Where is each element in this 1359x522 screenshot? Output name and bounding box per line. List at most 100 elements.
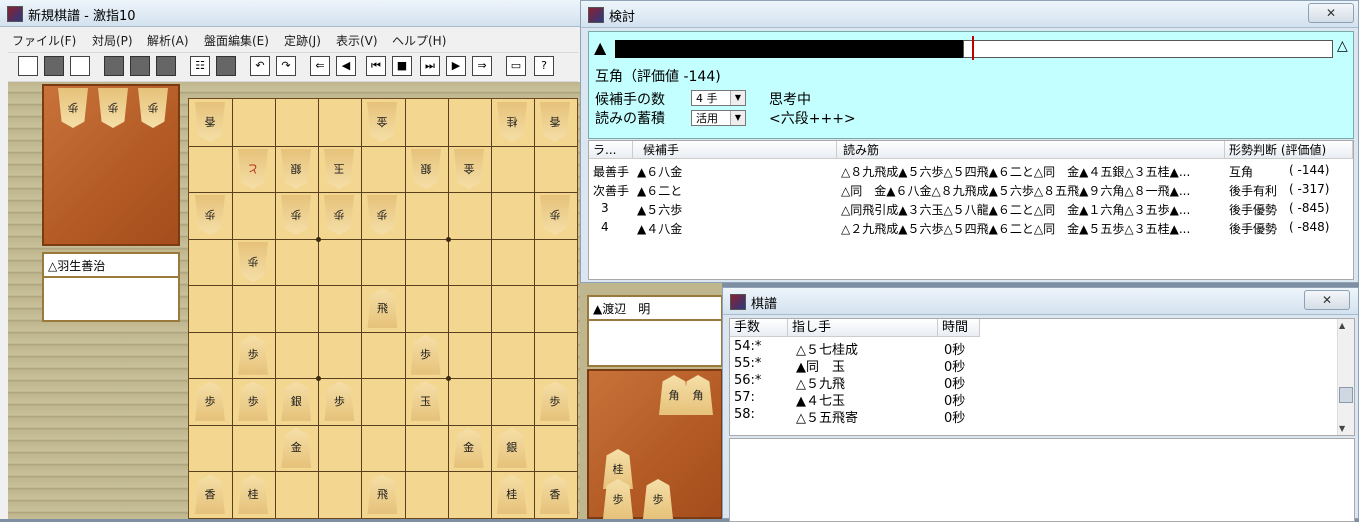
last-icon[interactable]: ⏭ <box>420 56 440 76</box>
menu-help[interactable]: ヘルプ(H) <box>392 32 446 49</box>
chevron-down-icon[interactable]: ▼ <box>730 91 745 105</box>
board-icon[interactable]: ☷ <box>190 56 210 76</box>
candidate-move[interactable]: ▲６二と <box>637 182 682 199</box>
open-icon[interactable] <box>44 56 64 76</box>
candidate-move[interactable]: ▲４八金 <box>637 220 682 237</box>
new-icon[interactable] <box>18 56 38 76</box>
menu-analysis[interactable]: 解析(A) <box>147 32 189 49</box>
redo-icon[interactable]: ↷ <box>276 56 296 76</box>
first-icon[interactable]: ⏮ <box>366 56 386 76</box>
menu-file[interactable]: ファイル(F) <box>12 32 76 49</box>
candidate-judge[interactable]: 後手優勢 <box>1229 220 1277 237</box>
candidates-select[interactable]: 4 手 ▼ <box>691 90 746 106</box>
candidate-judge[interactable]: 後手優勢 <box>1229 201 1277 218</box>
board-piece[interactable]: 金 <box>453 427 484 468</box>
comment-area[interactable] <box>729 438 1355 522</box>
board-piece[interactable]: 歩 <box>324 381 355 422</box>
main-titlebar[interactable]: 新規棋譜 - 激指10 <box>0 0 580 27</box>
board-piece[interactable]: 銀 <box>281 149 311 189</box>
board-piece[interactable]: 歩 <box>195 381 225 422</box>
board-piece[interactable]: 銀 <box>496 427 527 468</box>
candidate-line[interactable]: △２九飛成▲５六歩△５四飛▲６二と△同 金▲５五歩△３五桂▲... <box>841 220 1225 237</box>
kifu-titlebar[interactable]: 棋譜 ✕ <box>723 288 1358 315</box>
board-piece[interactable]: 歩 <box>540 195 570 235</box>
move-time[interactable]: 0秒 <box>944 407 965 426</box>
move-number[interactable]: 54:* <box>734 339 761 354</box>
shogi-board[interactable]: 香金桂香と銀玉銀金歩歩歩歩歩歩飛歩歩歩歩銀歩玉歩金金銀香桂飛桂香 <box>188 98 578 519</box>
move-number[interactable]: 58: <box>734 407 755 422</box>
board-piece[interactable]: 歩 <box>195 195 225 235</box>
copy-icon[interactable] <box>104 56 124 76</box>
candidate-line[interactable]: △同 金▲６八金△８九飛成▲５六歩△８五飛▲９六角△８一飛▲... <box>841 182 1225 199</box>
back-all-icon[interactable]: ⇐ <box>310 56 330 76</box>
board-piece[interactable]: 歩 <box>539 381 570 422</box>
reading-select[interactable]: 活用 ▼ <box>691 110 746 126</box>
candidate-line[interactable]: △同飛引成▲３六玉△５八龍▲６二と△同 金▲１六角△３五歩▲... <box>841 201 1225 218</box>
move-number[interactable]: 56:* <box>734 373 761 388</box>
candidate-judge[interactable]: 後手有利 <box>1229 182 1277 199</box>
help-icon[interactable]: ? <box>534 56 554 76</box>
menu-board-edit[interactable]: 盤面編集(E) <box>204 32 269 49</box>
board-piece[interactable]: 玉 <box>410 381 441 422</box>
candidate-move[interactable]: ▲６八金 <box>637 163 682 180</box>
col-time[interactable]: 時間 <box>938 319 980 337</box>
move-number[interactable]: 55:* <box>734 356 761 371</box>
gote-komadai[interactable]: 歩 歩 歩 <box>42 84 180 246</box>
menu-game[interactable]: 対局(P) <box>92 32 133 49</box>
candidate-rank[interactable]: 最善手 <box>593 163 629 180</box>
board-piece[interactable]: 香 <box>195 474 225 515</box>
candidate-line[interactable]: △８九飛成▲５六歩△５四飛▲６二と△同 金▲４五銀△３五桂▲... <box>841 163 1225 180</box>
candidate-value[interactable]: ( -144) <box>1289 163 1329 177</box>
board-piece[interactable]: 香 <box>540 102 570 142</box>
candidate-rank[interactable]: 3 <box>601 201 609 215</box>
candidate-rank[interactable]: 次善手 <box>593 182 629 199</box>
close-button[interactable]: ✕ <box>1308 3 1354 23</box>
board-piece[interactable]: 歩 <box>410 334 441 375</box>
board-piece[interactable]: 金 <box>281 427 312 468</box>
col-judge[interactable]: 形勢判断 (評価値) <box>1225 141 1353 159</box>
col-rank[interactable]: ラ... <box>589 141 633 159</box>
board-piece[interactable]: 香 <box>195 102 225 142</box>
board-piece[interactable]: 桂 <box>238 474 269 515</box>
candidate-value[interactable]: ( -317) <box>1289 182 1329 196</box>
sente-komadai[interactable]: 角 角 桂 歩 歩 <box>587 369 723 519</box>
paste-icon[interactable] <box>130 56 150 76</box>
board-piece[interactable]: 香 <box>539 474 570 515</box>
candidate-value[interactable]: ( -848) <box>1289 220 1329 234</box>
menu-joseki[interactable]: 定跡(J) <box>284 32 321 49</box>
col-number[interactable]: 手数 <box>730 319 788 337</box>
gote-hand-piece[interactable]: 歩 <box>58 88 88 128</box>
undo-icon[interactable]: ↶ <box>250 56 270 76</box>
board-piece[interactable]: 玉 <box>324 149 354 189</box>
edit-icon[interactable] <box>156 56 176 76</box>
move-number[interactable]: 57: <box>734 390 755 405</box>
candidate-judge[interactable]: 互角 <box>1229 163 1253 180</box>
forward-icon[interactable]: ▶ <box>446 56 466 76</box>
board-piece[interactable]: と <box>238 149 268 189</box>
col-line[interactable]: 読み筋 <box>837 141 1225 159</box>
board-piece[interactable]: 金 <box>454 149 484 189</box>
board-piece[interactable]: 歩 <box>324 195 354 235</box>
close-button[interactable]: ✕ <box>1304 290 1350 310</box>
monitor-icon[interactable]: ▭ <box>506 56 526 76</box>
sente-hand-piece[interactable]: 歩 <box>643 479 673 519</box>
sente-hand-piece[interactable]: 歩 <box>603 479 633 519</box>
board-piece[interactable]: 歩 <box>367 195 397 235</box>
save-icon[interactable] <box>70 56 90 76</box>
board-piece[interactable]: 桂 <box>496 474 527 515</box>
candidate-rank[interactable]: 4 <box>601 220 609 234</box>
board-piece[interactable]: 飛 <box>367 288 398 329</box>
scroll-thumb[interactable] <box>1339 387 1353 403</box>
candidate-value[interactable]: ( -845) <box>1289 201 1329 215</box>
board-piece[interactable]: 歩 <box>238 381 269 422</box>
board-piece[interactable]: 飛 <box>367 474 398 515</box>
move-text[interactable]: △５五飛寄 <box>796 407 858 426</box>
board-piece[interactable]: 歩 <box>238 242 268 282</box>
menu-view[interactable]: 表示(V) <box>336 32 378 49</box>
col-move[interactable]: 指し手 <box>788 319 938 337</box>
scroll-up-icon[interactable]: ▲ <box>1339 321 1345 330</box>
stop-icon[interactable]: ■ <box>392 56 412 76</box>
kifu-scrollbar[interactable]: ▲ ▼ <box>1337 319 1354 435</box>
board-piece[interactable]: 歩 <box>238 334 269 375</box>
sente-hand-piece[interactable]: 角 <box>683 375 713 415</box>
